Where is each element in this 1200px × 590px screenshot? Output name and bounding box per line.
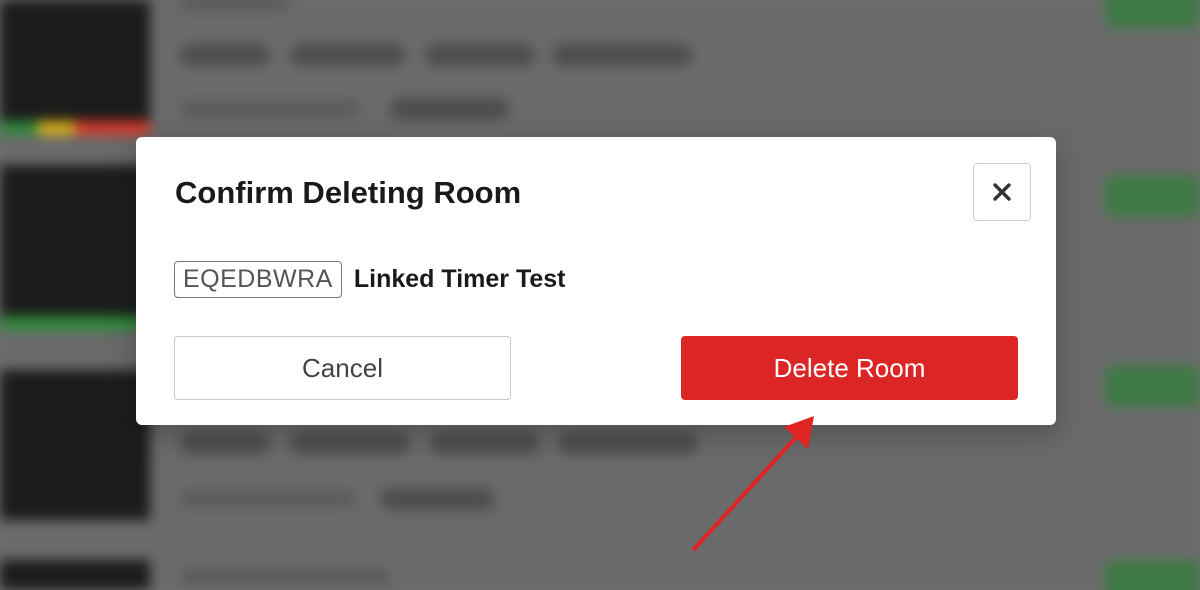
cancel-button[interactable]: Cancel (174, 336, 511, 400)
room-info: EQEDBWRA Linked Timer Test (174, 261, 566, 298)
room-code-badge: EQEDBWRA (174, 261, 342, 298)
close-icon (993, 183, 1011, 201)
delete-room-button[interactable]: Delete Room (681, 336, 1018, 400)
dialog-title: Confirm Deleting Room (175, 175, 522, 210)
room-thumbnail (0, 370, 150, 520)
room-name: Linked Timer Test (353, 265, 566, 293)
room-thumbnail (0, 0, 150, 135)
room-thumbnail (0, 560, 150, 590)
confirm-delete-dialog: Confirm Deleting Room EQEDBWRA Linked Ti… (136, 137, 1056, 425)
room-thumbnail (0, 165, 150, 330)
close-button[interactable] (973, 163, 1031, 221)
